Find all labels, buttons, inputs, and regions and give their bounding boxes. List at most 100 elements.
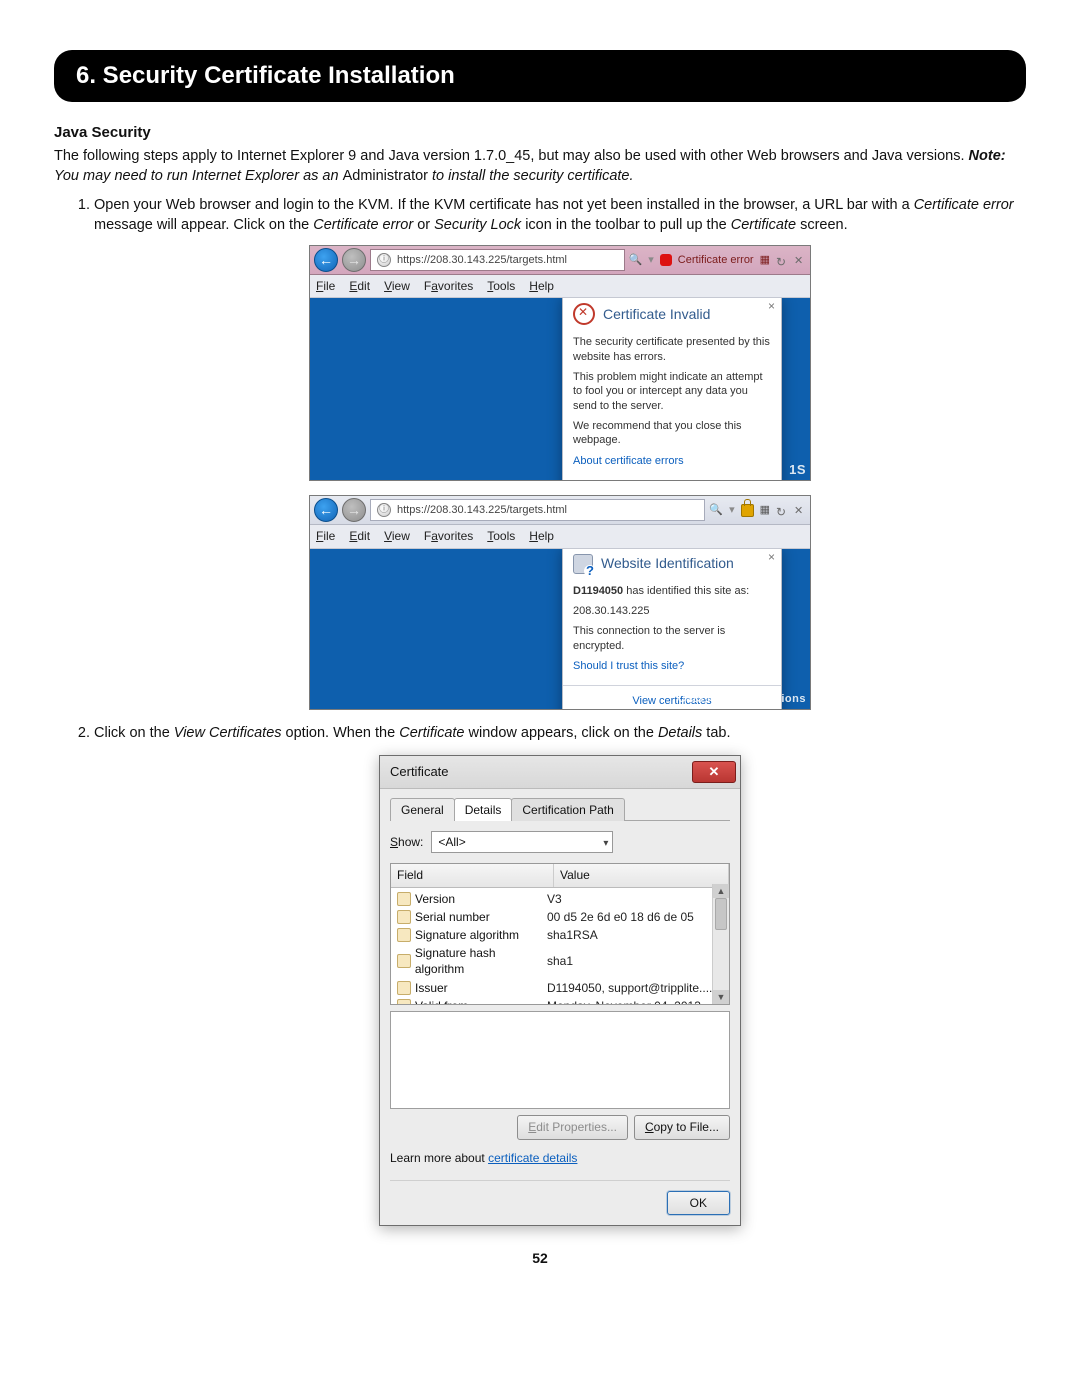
certificate-tabs: General Details Certification Path [390,797,730,821]
certificate-fields-list[interactable]: Field Value VersionV3 Serial number00 d5… [390,863,730,1005]
col-field[interactable]: Field [391,864,554,886]
back-button[interactable]: ← [314,248,338,272]
field-icon [397,954,411,968]
scroll-up-icon[interactable]: ▲ [713,884,729,898]
list-item[interactable]: VersionV3 [391,890,729,908]
favorites-icon[interactable]: ▦ [760,253,770,268]
cert-error-icon[interactable] [660,254,672,266]
stop-icon[interactable] [794,254,806,266]
menu-tools[interactable]: Tools [487,528,515,544]
menu-file[interactable]: File [316,528,335,544]
chevron-down-icon [603,834,608,851]
window-close-button[interactable]: ✕ [692,761,736,783]
tab-cert-path[interactable]: Certification Path [511,798,624,821]
forward-button[interactable]: → [342,498,366,522]
reload-icon[interactable] [776,504,788,516]
popup-p3: We recommend that you close this webpage… [573,419,771,448]
addressbar-right-controls: 🔍▾ Certificate error ▦ [629,253,806,268]
field-icon [397,981,411,995]
step1-mid1: message will appear. Click on the [94,217,313,233]
cert-rows: VersionV3 Serial number00 d5 2e 6d e0 18… [391,888,729,1006]
edit-properties-button[interactable]: EEdit Properties...dit Properties... [517,1115,628,1139]
menu-favorites[interactable]: Favorites [424,528,473,544]
certificate-titlebar: Certificate ✕ [380,756,740,789]
corner-text: 1S [789,461,806,479]
should-trust-link[interactable]: Should I trust this site? [573,659,771,673]
menu-help[interactable]: Help [529,528,554,544]
about-cert-errors-link[interactable]: About certificate errors [573,454,771,468]
ident-host: D1194050 [573,585,623,597]
menu-help[interactable]: Help [529,278,554,294]
address-bar[interactable]: https://208.30.143.225/targets.html [370,249,625,271]
tab-general[interactable]: General [390,798,455,821]
step2-cert-italic: Certificate [399,725,464,741]
list-item[interactable]: Signature hash algorithmsha1 [391,944,729,978]
certificate-details-link[interactable]: certificate details [488,1151,577,1165]
ie-menubar: File Edit View Favorites Tools Help [310,275,810,298]
menu-view[interactable]: View [384,528,410,544]
search-icon[interactable]: 🔍 [709,503,723,518]
field-detail-textarea[interactable] [390,1011,730,1109]
cert-error-label[interactable]: Certificate error [678,253,754,268]
addressbar-right-controls: 🔍▾ ▦ [709,503,806,518]
back-button[interactable]: ← [314,498,338,522]
scroll-thumb[interactable] [715,898,727,930]
view-certificates-link[interactable]: View certificates [563,480,781,481]
menu-view[interactable]: View [384,278,410,294]
list-item[interactable]: Serial number00 d5 2e 6d e0 18 d6 de 05 [391,908,729,926]
popup-close-icon[interactable]: × [768,298,775,314]
step2-details-italic: Details [658,725,702,741]
intro-paragraph: The following steps apply to Internet Ex… [54,147,1026,186]
step1-seclock-italic: Security Lock [434,217,521,233]
step1-cert-italic: Certificate [731,217,796,233]
step1-text: Open your Web browser and login to the K… [94,197,914,213]
list-item[interactable]: IssuerD1194050, support@tripplite.... [391,979,729,997]
show-dropdown[interactable]: <All> [431,831,613,853]
step-2: Click on the View Certificates option. W… [94,724,1026,1226]
reload-icon[interactable] [776,254,788,266]
address-bar[interactable]: https://208.30.143.225/targets.html [370,499,705,521]
popup-close-icon[interactable]: × [768,549,775,565]
java-security-subhead: Java Security [54,124,1026,141]
step1-cert-error-italic2: Certificate error [313,217,413,233]
favorites-icon[interactable]: ▦ [760,503,770,518]
menu-file[interactable]: File [316,278,335,294]
ie-navbar-ok: ← → https://208.30.143.225/targets.html … [310,496,810,525]
corner-text: Cat5 IP KVM Solutions [678,692,806,707]
site-info-icon[interactable] [377,503,391,517]
ie-content-area: × Certificate Invalid The security certi… [310,298,810,480]
menu-tools[interactable]: Tools [487,278,515,294]
step1-mid3: icon in the toolbar to pull up the [525,217,731,233]
col-value[interactable]: Value [554,864,729,886]
page-number: 52 [54,1250,1026,1266]
search-icon[interactable]: 🔍 [629,253,643,268]
field-icon [397,928,411,942]
learn-prefix: Learn more about [390,1151,488,1165]
forward-button[interactable]: → [342,248,366,272]
step2-prefix: Click on the [94,725,174,741]
popup-identified: D1194050 has identified this site as: [573,584,771,598]
list-item[interactable]: Signature algorithmsha1RSA [391,926,729,944]
step1-tail: screen. [800,217,848,233]
popup-p2: This problem might indicate an attempt t… [573,370,771,413]
menu-favorites[interactable]: Favorites [424,278,473,294]
tab-details[interactable]: Details [454,798,513,821]
copy-to-file-button[interactable]: Copy to File... [634,1115,730,1139]
certificate-dialog: Certificate ✕ General Details Certificat… [379,755,741,1226]
list-item[interactable]: Valid fromMonday, November 04, 2013 ... [391,997,729,1006]
cert-invalid-popup: × Certificate Invalid The security certi… [562,298,782,480]
certificate-title-text: Certificate [390,763,449,781]
site-info-icon[interactable] [377,253,391,267]
scrollbar[interactable]: ▲ ▼ [712,884,729,1004]
note-label: Note: [969,148,1006,164]
stop-icon[interactable] [794,504,806,516]
url-text: https://208.30.143.225/targets.html [397,253,567,268]
ok-button[interactable]: OK [667,1191,730,1215]
scroll-down-icon[interactable]: ▼ [713,990,729,1004]
menu-edit[interactable]: Edit [349,528,370,544]
lock-icon[interactable] [741,504,754,517]
learn-more-row: Learn more about certificate details [390,1150,730,1166]
ie-screenshot-cert-invalid: ← → https://208.30.143.225/targets.html … [309,245,811,481]
menu-edit[interactable]: Edit [349,278,370,294]
note-text: You may need to run Internet Explorer as… [54,168,343,184]
